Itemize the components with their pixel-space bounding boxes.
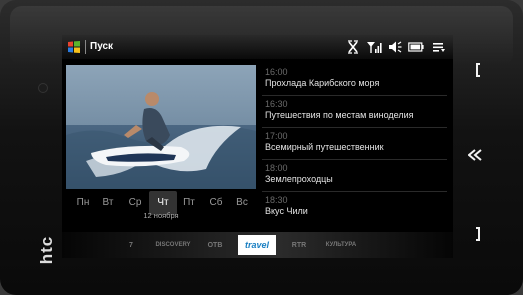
program-item[interactable]: 17:00 Всемирный путешественник [262,129,447,160]
program-title: Прохлада Карибского моря [265,78,380,88]
start-menu-label[interactable]: Пуск [90,41,113,52]
day-thu[interactable]: Чт [153,197,173,208]
menu-icon[interactable] [432,39,446,55]
camera-dot [38,83,48,93]
battery-icon[interactable] [408,39,424,55]
screen: Пуск Пн Вт Ср Чт Пт Сб Вс 12 ноября 16:0… [62,35,453,258]
program-title: Всемирный путешественник [265,142,384,152]
program-title: Путешествия по местам виноделия [265,110,414,120]
program-item[interactable]: 18:00 Землепроходцы [262,161,447,192]
channel-logo[interactable]: ОТВ [196,235,234,255]
program-title: Вкус Чили [265,206,308,216]
program-item[interactable]: 16:00 Прохлада Карибского моря [262,65,447,96]
brand-logo: htc [37,235,56,265]
day-sun[interactable]: Вс [232,197,252,208]
jet-ski-image [66,65,256,189]
day-sat[interactable]: Сб [206,197,226,208]
separator [85,40,86,54]
channel-carousel[interactable]: 7 DISCOVERY ОТВ travel RTR КУЛЬТУРА [62,232,453,258]
day-wed[interactable]: Ср [125,197,145,208]
windows-flag-icon[interactable] [67,40,81,54]
program-item[interactable]: 18:30 Вкус Чили [262,193,447,223]
day-tue[interactable]: Вт [98,197,118,208]
channel-logo-selected[interactable]: travel [238,235,276,255]
day-mon[interactable]: Пн [73,197,93,208]
channel-logo[interactable]: КУЛЬТУРА [322,235,360,255]
status-bar: Пуск [62,35,453,59]
program-title: Землепроходцы [265,174,333,184]
back-button[interactable] [467,148,484,166]
channel-logo[interactable]: DISCOVERY [154,235,192,255]
signal-icon[interactable] [366,39,382,55]
program-time: 16:00 [265,67,288,77]
channel-logo[interactable]: 7 [112,235,150,255]
day-fri[interactable]: Пт [179,197,199,208]
selected-date: 12 ноября [143,211,179,220]
volume-icon[interactable] [388,39,402,55]
program-time: 17:00 [265,131,288,141]
channel-logo[interactable]: RTR [280,235,318,255]
call-button[interactable] [473,62,483,83]
phone-device: htc Пуск Пн Вт Ср Чт Пт Сб Вс 12 ноября … [0,0,523,295]
video-preview[interactable] [66,65,256,189]
end-call-button[interactable] [473,226,483,247]
program-time: 16:30 [265,99,288,109]
program-time: 18:30 [265,195,288,205]
channel-name: travel [244,240,270,250]
program-item[interactable]: 16:30 Путешествия по местам виноделия [262,97,447,128]
program-time: 18:00 [265,163,288,173]
close-connection-icon[interactable] [347,39,359,55]
